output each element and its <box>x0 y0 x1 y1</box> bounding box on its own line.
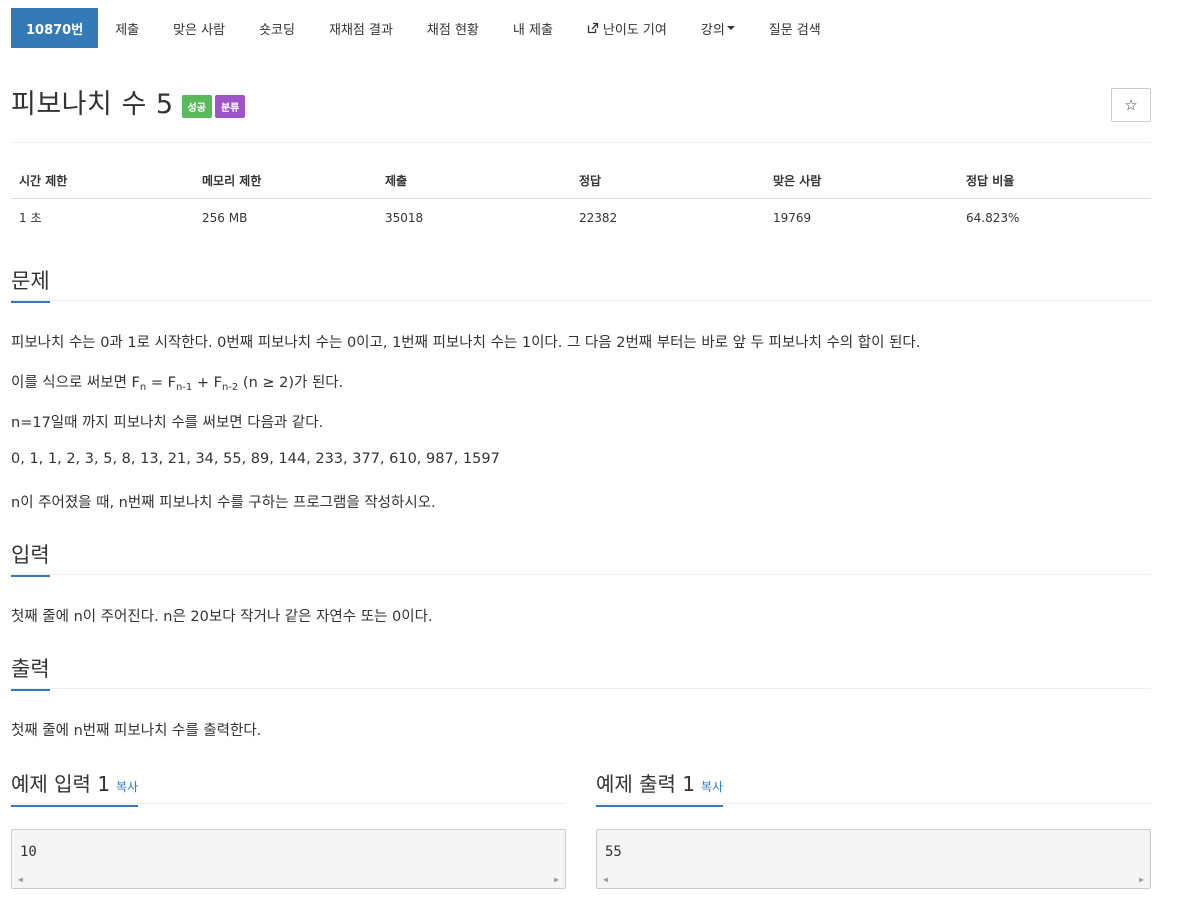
nav-lectures-dropdown[interactable]: 강의 <box>684 8 752 48</box>
output-section-heading: 출력 <box>11 653 50 691</box>
table-header: 시간 제한 <box>11 164 194 199</box>
sample-heading-label: 예제 출력 1 <box>596 772 696 796</box>
divider <box>11 300 1151 301</box>
sample-input-box[interactable]: 10 ◀ ▶ <box>11 829 566 889</box>
problem-info-table: 시간 제한 메모리 제한 제출 정답 맞은 사람 정답 비율 1 초 256 M… <box>11 164 1151 236</box>
formula-subscript: n-1 <box>175 382 193 393</box>
divider <box>11 142 1151 143</box>
page-title: 피보나치 수 5 <box>11 89 174 120</box>
category-badge[interactable]: 분류 <box>214 95 246 118</box>
nav-label: 난이도 기여 <box>602 22 667 38</box>
sample-output-value: 55 <box>605 844 622 860</box>
table-cell: 1 초 <box>19 211 42 225</box>
nav-label: 숏코딩 <box>259 22 295 38</box>
sample-input-heading: 예제 입력 1 복사 <box>11 768 139 807</box>
nav-problem-number[interactable]: 10870번 <box>11 8 99 48</box>
sequence-paragraph: 0, 1, 1, 2, 3, 5, 8, 13, 21, 34, 55, 89,… <box>11 451 500 467</box>
status-badge: 성공 <box>181 95 212 118</box>
nav-label: 10870번 <box>26 22 84 38</box>
scroll-left-icon[interactable]: ◀ <box>603 875 608 884</box>
nav-label: 제출 <box>115 22 140 38</box>
caret-down-icon <box>726 26 735 30</box>
divider <box>596 803 1151 804</box>
nav-accepted-users[interactable]: 맞은 사람 <box>156 8 242 48</box>
formula-paragraph: 이를 식으로 써보면 Fn = Fn-1 + Fn-2 (n ≥ 2)가 된다. <box>11 371 343 393</box>
sample-output-heading: 예제 출력 1 복사 <box>596 768 724 807</box>
nav-label: 채점 현황 <box>426 22 479 38</box>
scroll-left-icon[interactable]: ◀ <box>18 875 23 884</box>
description-paragraph: n이 주어졌을 때, n번째 피보나치 수를 구하는 프로그램을 작성하시오. <box>11 495 436 511</box>
nav-my-submissions[interactable]: 내 제출 <box>496 8 570 48</box>
problem-section-heading: 문제 <box>11 265 50 303</box>
nav-question-search[interactable]: 질문 검색 <box>752 8 838 48</box>
copy-input-button[interactable]: 복사 <box>116 780 138 794</box>
nav-status[interactable]: 채점 현황 <box>410 8 496 48</box>
divider <box>11 574 1151 575</box>
sample-heading-underline: 예제 출력 1 복사 <box>596 768 724 807</box>
nav-label: 질문 검색 <box>768 22 821 38</box>
nav-label: 강의 <box>700 22 725 38</box>
formula-text: = F <box>146 375 176 391</box>
formula-subscript: n-2 <box>221 382 239 393</box>
table-row: 1 초 256 MB 35018 22382 19769 64.823% <box>11 199 1151 237</box>
nav-submit[interactable]: 제출 <box>98 8 156 48</box>
sample-output-box[interactable]: 55 ◀ ▶ <box>596 829 1151 889</box>
formula-text: (n ≥ 2)가 된다. <box>238 375 344 391</box>
problem-title-row: 피보나치 수 5 성공 분류 <box>11 88 246 122</box>
star-icon: ☆ <box>1124 96 1138 114</box>
table-header: 제출 <box>377 164 571 199</box>
copy-output-button[interactable]: 복사 <box>701 780 723 794</box>
table-header: 메모리 제한 <box>194 164 377 199</box>
description-paragraph: n=17일때 까지 피보나치 수를 써보면 다음과 같다. <box>11 415 324 431</box>
section-heading-label: 출력 <box>11 653 50 691</box>
section-heading-label: 입력 <box>11 539 50 577</box>
sample-heading-label: 예제 입력 1 <box>11 772 111 796</box>
table-header: 정답 <box>571 164 765 199</box>
output-description: 첫째 줄에 n번째 피보나치 수를 출력한다. <box>11 723 262 739</box>
external-link-icon <box>587 22 599 34</box>
table-cell: 256 MB <box>202 210 248 225</box>
divider <box>11 688 1151 689</box>
scroll-right-icon[interactable]: ▶ <box>554 875 559 884</box>
divider <box>11 803 566 804</box>
table-cell: 35018 <box>385 210 424 225</box>
formula-text: + F <box>192 375 222 391</box>
table-cell: 64.823% <box>966 210 1020 225</box>
nav-difficulty-contribution[interactable]: 난이도 기여 <box>570 8 684 48</box>
description-paragraph: 피보나치 수는 0과 1로 시작한다. 0번째 피보나치 수는 0이고, 1번째… <box>11 335 921 351</box>
section-heading-label: 문제 <box>11 265 50 303</box>
sample-input-value: 10 <box>20 844 37 860</box>
page: 10870번 제출 맞은 사람 숏코딩 재채점 결과 채점 현황 내 제출 난이… <box>0 0 1177 904</box>
nav-label: 재채점 결과 <box>328 22 393 38</box>
nav-short-coding[interactable]: 숏코딩 <box>242 8 312 48</box>
table-header: 정답 비율 <box>958 164 1151 199</box>
favorite-star-button[interactable]: ☆ <box>1111 88 1151 122</box>
input-description: 첫째 줄에 n이 주어진다. n은 20보다 작거나 같은 자연수 또는 0이다… <box>11 609 433 625</box>
nav-label: 맞은 사람 <box>173 22 226 38</box>
sample-heading-underline: 예제 입력 1 복사 <box>11 768 139 807</box>
input-section-heading: 입력 <box>11 539 50 577</box>
nav-label: 내 제출 <box>512 22 553 38</box>
nav-rejudge-results[interactable]: 재채점 결과 <box>312 8 410 48</box>
table-header-row: 시간 제한 메모리 제한 제출 정답 맞은 사람 정답 비율 <box>11 164 1151 199</box>
scroll-right-icon[interactable]: ▶ <box>1139 875 1144 884</box>
problem-nav: 10870번 제출 맞은 사람 숏코딩 재채점 결과 채점 현황 내 제출 난이… <box>11 8 838 48</box>
table-cell: 22382 <box>579 210 618 225</box>
table-cell: 19769 <box>773 210 812 225</box>
formula-text: 이를 식으로 써보면 F <box>11 375 140 391</box>
table-header: 맞은 사람 <box>765 164 958 199</box>
